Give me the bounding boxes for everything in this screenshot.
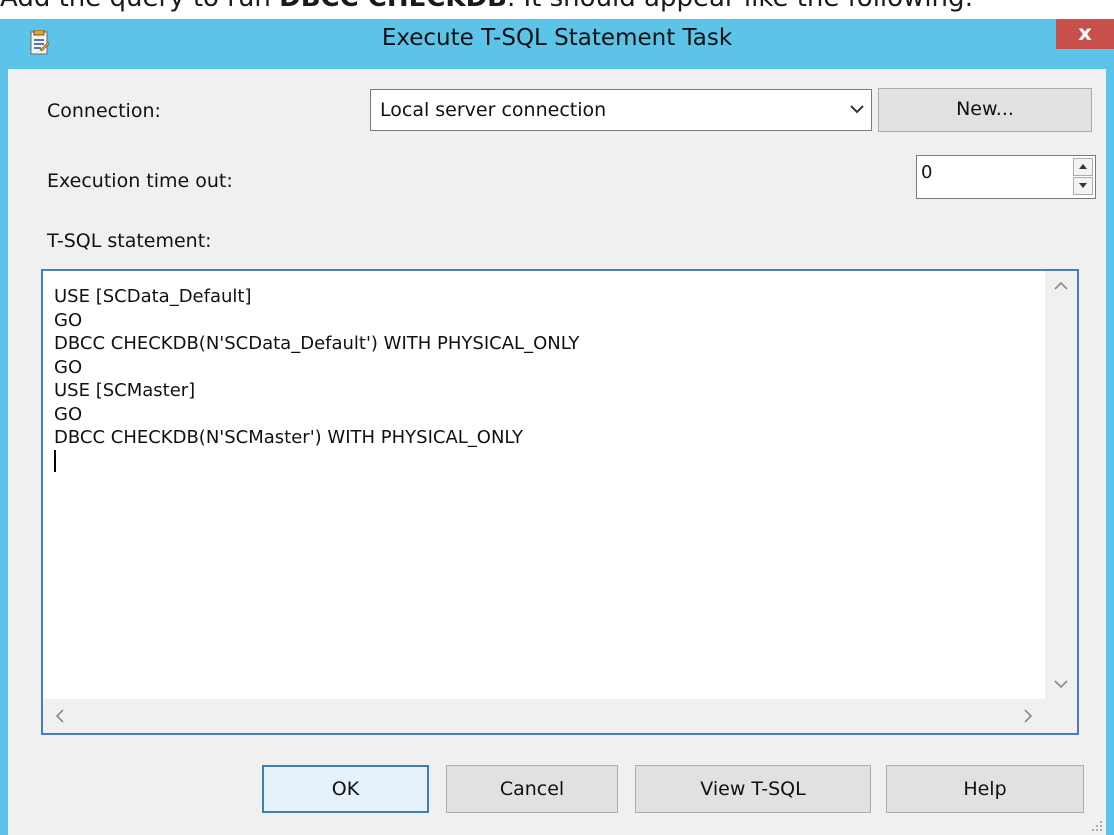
vertical-scrollbar[interactable] <box>1045 271 1077 699</box>
statement-line: DBCC CHECKDB(N'SCMaster') WITH PHYSICAL_… <box>54 427 524 448</box>
dialog-body: Connection: Local server connection New.… <box>8 69 1106 835</box>
tsql-statement-text[interactable]: USE [SCData_Default] GO DBCC CHECKDB(N'S… <box>54 285 1043 699</box>
caption-bold: DBCC CHECKDB <box>279 0 507 13</box>
statement-line: GO <box>54 403 83 425</box>
scroll-left-icon[interactable] <box>49 704 73 728</box>
statement-line: DBCC CHECKDB(N'SCData_Default') WITH PHY… <box>54 333 580 354</box>
statement-line-cursor <box>54 449 1043 474</box>
caret-down-icon <box>1079 183 1087 188</box>
tsql-statement-editor[interactable]: USE [SCData_Default] GO DBCC CHECKDB(N'S… <box>41 269 1079 735</box>
execution-timeout-label: Execution time out: <box>47 170 233 192</box>
text-caret <box>54 449 56 472</box>
cancel-button[interactable]: Cancel <box>446 765 618 813</box>
spinner-buttons <box>1073 158 1093 196</box>
caret-up-icon <box>1079 164 1087 169</box>
spin-up-button[interactable] <box>1073 158 1093 176</box>
timeout-value: 0 <box>921 162 933 183</box>
view-tsql-button[interactable]: View T-SQL <box>635 765 871 813</box>
scroll-down-icon[interactable] <box>1049 671 1073 695</box>
new-connection-button[interactable]: New... <box>878 88 1092 132</box>
statement-line: GO <box>54 309 83 331</box>
ok-button[interactable]: OK <box>262 765 429 813</box>
horizontal-scrollbar[interactable] <box>43 699 1045 733</box>
statement-line: GO <box>54 356 83 378</box>
help-button[interactable]: Help <box>886 765 1084 813</box>
scrollbar-corner <box>1045 699 1077 733</box>
spin-down-button[interactable] <box>1073 177 1093 195</box>
title-bar[interactable]: Execute T-SQL Statement Task x <box>0 19 1114 69</box>
connection-dropdown[interactable]: Local server connection <box>370 89 872 131</box>
statement-line: USE [SCMaster] <box>54 380 196 401</box>
caption-suffix: . It should appear like the following: <box>507 0 973 13</box>
execution-timeout-spinner[interactable]: 0 <box>916 155 1096 199</box>
scroll-up-icon[interactable] <box>1049 275 1073 299</box>
scroll-right-icon[interactable] <box>1015 704 1039 728</box>
connection-label: Connection: <box>47 100 161 122</box>
connection-value: Local server connection <box>380 99 607 121</box>
dialog-title: Execute T-SQL Statement Task <box>381 25 733 51</box>
resize-grip-icon[interactable] <box>1090 819 1104 833</box>
close-icon: x <box>1078 21 1092 45</box>
tsql-statement-label: T-SQL statement: <box>47 230 212 252</box>
instruction-caption: Add the query to run DBCC CHECKDB. It sh… <box>0 0 1114 19</box>
chevron-down-icon <box>850 105 864 114</box>
statement-line: USE [SCData_Default] <box>54 286 252 307</box>
close-button[interactable]: x <box>1056 19 1114 49</box>
caption-prefix: Add the query to run <box>0 0 279 13</box>
execute-tsql-dialog: Execute T-SQL Statement Task x Connectio… <box>0 19 1114 835</box>
